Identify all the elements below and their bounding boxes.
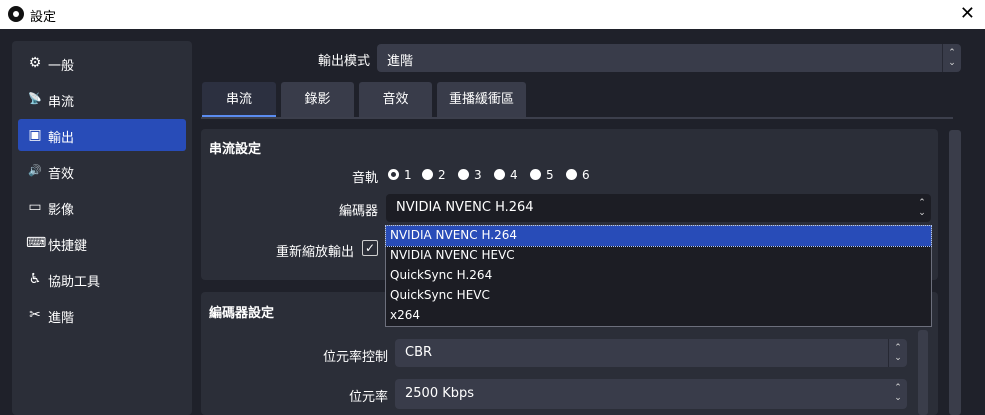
updown-arrows-icon: ⌃ ⌄ [918,198,926,218]
sidebar-item-label: 輸出 [48,131,75,146]
audio-track-radio-4[interactable]: 4 [494,168,518,182]
audio-track-label: 音軌 [351,171,378,186]
tab-recording[interactable]: 錄影 [281,82,354,117]
tab-replay-buffer[interactable]: 重播緩衝區 [437,82,526,117]
sidebar-item-label: 協助工具 [48,275,101,290]
spinner-arrows-icon[interactable]: ⌃ ⌄ [889,379,907,409]
encoder-settings-scrollbar[interactable] [918,330,928,415]
sidebar-item-stream[interactable]: 📡 串流 [18,83,186,115]
bitrate-spinbox[interactable]: 2500 Kbps ⌃ ⌄ [395,379,907,409]
encoder-settings-title: 編碼器設定 [209,306,275,321]
audio-track-radio-5[interactable]: 5 [530,168,554,182]
audio-track-radio-6[interactable]: 6 [566,168,590,182]
audio-track-radio-1[interactable]: 1 [388,168,412,182]
sidebar-item-advanced[interactable]: ✂ 進階 [18,299,186,331]
streaming-settings-title: 串流設定 [209,142,262,157]
settings-scrollbar[interactable] [949,130,961,415]
close-icon[interactable]: ✕ [960,3,975,24]
settings-sidebar: ⚙ 一般 📡 串流 ▣ 輸出 🔊 音效 ▭ 影像 ⌨ 快捷鍵 ♿ 協助工具 ✂ … [12,41,192,415]
rate-control-value: CBR [405,345,433,360]
tools-icon: ✂ [29,307,41,323]
encoder-label: 編碼器 [338,204,378,219]
accessibility-icon: ♿ [28,271,42,287]
antenna-icon: 📡 [28,92,42,105]
tab-divider [201,117,953,119]
bitrate-label: 位元率 [348,390,388,405]
tab-audio[interactable]: 音效 [359,82,432,117]
rate-control-select[interactable]: CBR ⌃ ⌄ [395,339,907,367]
audio-track-radio-2[interactable]: 2 [422,168,446,182]
sidebar-item-label: 串流 [48,95,75,110]
output-mode-label: 輸出模式 [318,54,371,69]
encoder-dropdown-list: NVIDIA NVENC H.264 NVIDIA NVENC HEVC Qui… [385,225,932,327]
obs-logo-icon [8,6,24,22]
encoder-value: NVIDIA NVENC H.264 [396,200,534,215]
sidebar-item-output[interactable]: ▣ 輸出 [18,119,186,151]
sidebar-item-label: 一般 [48,59,75,74]
sidebar-item-label: 影像 [48,203,75,218]
sidebar-item-label: 音效 [48,167,75,182]
sidebar-item-accessibility[interactable]: ♿ 協助工具 [18,263,186,295]
output-mode-value: 進階 [387,54,414,69]
keyboard-icon: ⌨ [26,235,47,251]
rescale-output-label: 重新縮放輸出 [275,245,354,260]
bitrate-value: 2500 Kbps [405,386,475,401]
gear-icon: ⚙ [28,55,42,71]
encoder-option[interactable]: NVIDIA NVENC HEVC [386,246,931,266]
encoder-select[interactable]: NVIDIA NVENC H.264 ⌃ ⌄ [386,194,931,222]
title-bar: 設定 ✕ [0,0,985,29]
sidebar-item-hotkeys[interactable]: ⌨ 快捷鍵 [18,227,186,259]
sidebar-item-audio[interactable]: 🔊 音效 [18,155,186,187]
window-title: 設定 [30,10,57,25]
sidebar-item-video[interactable]: ▭ 影像 [18,191,186,223]
sidebar-item-label: 快捷鍵 [48,239,88,254]
encoder-option[interactable]: NVIDIA NVENC H.264 [385,225,932,247]
encoder-option[interactable]: QuickSync HEVC [386,286,931,306]
monitor-icon: ▭ [28,199,42,215]
sidebar-item-general[interactable]: ⚙ 一般 [18,47,186,79]
updown-arrows-icon: ⌃ ⌄ [942,44,961,72]
encoder-option[interactable]: x264 [386,306,931,326]
rate-control-label: 位元率控制 [322,350,388,365]
output-mode-select[interactable]: 進階 ⌃ ⌄ [377,44,961,72]
audio-track-radio-3[interactable]: 3 [458,168,482,182]
output-icon: ▣ [28,127,42,143]
tab-stream[interactable]: 串流 [202,82,276,117]
sidebar-item-label: 進階 [48,311,75,326]
encoder-option[interactable]: QuickSync H.264 [386,266,931,286]
updown-arrows-icon: ⌃ ⌄ [888,339,907,367]
speaker-icon: 🔊 [28,164,42,177]
rescale-output-checkbox[interactable]: ✓ [362,240,378,256]
